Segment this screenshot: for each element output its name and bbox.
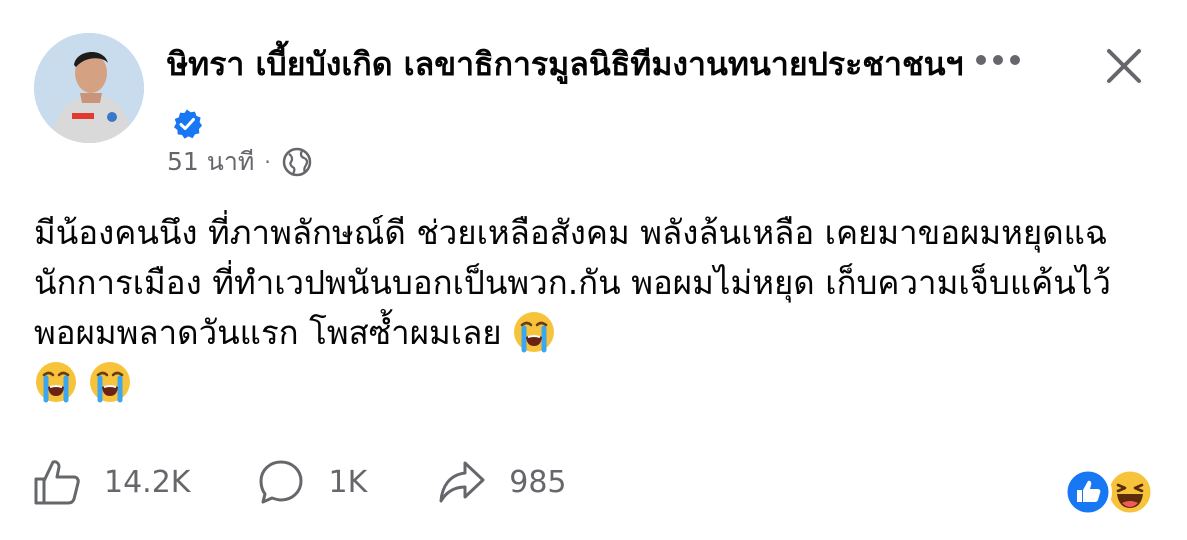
meta-separator: · — [264, 150, 271, 174]
author-name-block[interactable]: ษิทรา เบี้ยบังเกิด เลขาธิการมูลนิธิทีมงา… — [167, 34, 967, 156]
author-name[interactable]: ษิทรา เบี้ยบังเกิด เลขาธิการมูลนิธิทีมงา… — [167, 45, 964, 83]
globe-icon — [282, 147, 311, 177]
haha-reaction-icon — [1106, 468, 1154, 516]
crying-emoji-icon — [512, 310, 556, 354]
action-bar: 14.2K 1K 985 — [32, 456, 567, 508]
comment-icon — [259, 460, 303, 504]
like-reaction-icon — [1064, 468, 1112, 516]
post-time[interactable]: 51 นาที — [167, 142, 254, 182]
like-button[interactable]: 14.2K — [32, 457, 190, 507]
post-body: มีน้องคนนึง ที่ภาพลักษณ์ดี ช่วยเหลือสังค… — [34, 208, 1154, 408]
thumbs-up-icon — [34, 460, 80, 505]
crying-emoji-icon — [88, 360, 132, 404]
post-text: มีน้องคนนึง ที่ภาพลักษณ์ดี ช่วยเหลือสังค… — [34, 213, 1122, 352]
reaction-summary[interactable] — [1064, 468, 1158, 518]
post-meta: 51 นาที · — [167, 144, 313, 180]
close-icon — [1107, 49, 1141, 83]
like-count: 14.2K — [104, 464, 191, 500]
share-icon — [439, 461, 485, 503]
more-horizontal-icon — [976, 55, 1020, 65]
more-options-button[interactable] — [968, 40, 1028, 80]
share-count: 985 — [509, 464, 567, 500]
verified-badge-icon — [171, 108, 203, 140]
comment-count: 1K — [328, 464, 368, 500]
avatar-image — [34, 33, 144, 143]
crying-emoji-icon — [34, 360, 78, 404]
author-avatar[interactable] — [34, 33, 144, 143]
share-button[interactable]: 985 — [437, 457, 567, 507]
comment-button[interactable]: 1K — [256, 457, 367, 507]
close-button[interactable] — [1100, 44, 1148, 88]
